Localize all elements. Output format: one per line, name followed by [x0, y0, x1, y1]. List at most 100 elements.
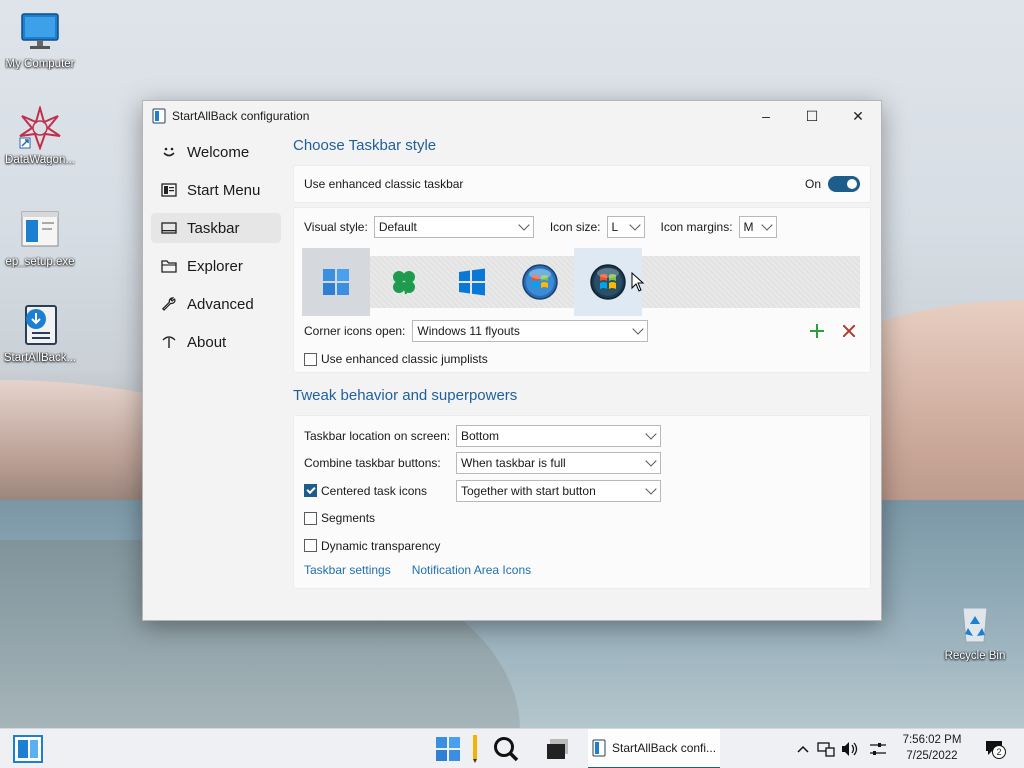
task-view-icon [547, 739, 568, 759]
sidebar-item-advanced[interactable]: Advanced [151, 289, 281, 319]
segments-label: Segments [321, 511, 376, 526]
desktop-icon-ep-setup[interactable]: ep_setup.exe [0, 208, 80, 268]
about-icon [161, 334, 177, 350]
taskbar-app-label: StartAllBack confi... [612, 741, 717, 755]
settings-tray-button[interactable] [868, 739, 888, 759]
taskbar-settings-link[interactable]: Taskbar settings [304, 563, 391, 577]
tweaks-card: Taskbar location on screen: Bottom Combi… [293, 415, 871, 589]
close-x-icon [843, 325, 855, 337]
taskbar-icon [161, 220, 177, 236]
clock-time: 7:56:02 PM [902, 734, 962, 746]
icon-margins-select[interactable]: M [738, 216, 777, 238]
combine-buttons-select[interactable]: When taskbar is full [456, 452, 661, 475]
installer-window-icon [18, 208, 62, 252]
maximize-button[interactable]: ☐ [789, 101, 835, 131]
style-option-windows-7[interactable] [506, 248, 574, 316]
chevron-down-icon [760, 219, 773, 231]
clock-date: 7/25/2022 [906, 750, 958, 762]
centered-icons-select[interactable]: Together with start button [456, 479, 661, 502]
centered-icons-label: Centered task icons [321, 483, 428, 498]
taskbar-location-label: Taskbar location on screen: [304, 428, 451, 443]
icon-margins-value: M [743, 220, 754, 234]
sidebar-item-about[interactable]: About [151, 327, 281, 357]
sidebar-item-start-menu[interactable]: Start Menu [151, 175, 281, 205]
corner-icons-label: Corner icons open: [304, 324, 406, 338]
network-tray-button[interactable] [816, 739, 836, 759]
taskbar-location-select[interactable]: Bottom [456, 424, 661, 447]
chevron-down-icon [645, 455, 657, 467]
taskbar: StartAllBack confi... 7:56:02 PM 7/25/20… [0, 728, 1024, 768]
clock[interactable]: 7:56:02 PM 7/25/2022 [896, 732, 968, 766]
chevron-down-icon [645, 428, 657, 440]
corner-icons-select[interactable]: Windows 11 flyouts [412, 320, 649, 342]
sidebar-item-label: About [187, 333, 227, 351]
sidebar-item-taskbar[interactable]: Taskbar [151, 213, 281, 243]
task-view-button[interactable] [540, 733, 576, 765]
notifications-button[interactable]: 2 [982, 737, 1008, 761]
search-button[interactable] [488, 733, 524, 765]
chevron-down-icon [518, 219, 530, 231]
wrench-icon [161, 296, 177, 312]
datawagon-star-icon [18, 104, 62, 151]
dynamic-transparency-checkbox[interactable] [304, 539, 317, 553]
visual-style-value: Default [378, 220, 417, 234]
minimize-icon: – [762, 108, 770, 124]
title-bar[interactable]: StartAllBack configuration – ☐ ✕ [143, 101, 881, 131]
enhanced-taskbar-toggle[interactable] [828, 176, 860, 192]
add-button[interactable] [806, 320, 828, 342]
startallback-installer-icon [18, 304, 62, 348]
volume-tray-button[interactable] [840, 739, 860, 759]
app-icon [152, 108, 166, 124]
taskbar-location-value: Bottom [461, 428, 500, 443]
minimize-button[interactable]: – [743, 101, 789, 131]
remove-button[interactable] [838, 320, 860, 342]
chevron-down-icon [645, 483, 657, 495]
desktop-icon-recycle-bin[interactable]: Recycle Bin [935, 602, 1015, 662]
pinned-pencil[interactable] [470, 735, 480, 763]
sidebar-item-label: Welcome [187, 143, 250, 161]
sidebar-nav: Welcome Start Menu Taskbar Explorer Adva… [151, 137, 281, 365]
show-hidden-icons-button[interactable] [794, 739, 812, 759]
style-option-windows-10[interactable] [438, 248, 506, 316]
chevron-down-icon [632, 323, 645, 335]
jumplists-label: Use enhanced classic jumplists [321, 352, 488, 366]
taskbar-app-startallback[interactable]: StartAllBack confi... [588, 729, 720, 768]
close-button[interactable]: ✕ [835, 101, 881, 131]
jumplists-checkbox-row[interactable]: Use enhanced classic jumplists [304, 352, 488, 366]
window-title: StartAllBack configuration [172, 109, 310, 123]
sidebar-item-welcome[interactable]: Welcome [151, 137, 281, 167]
visual-style-select[interactable]: Default [373, 216, 534, 238]
segments-checkbox[interactable] [304, 511, 317, 525]
windows-10-logo-icon [459, 268, 485, 296]
style-option-clover[interactable] [370, 248, 438, 316]
centered-icons-checkbox[interactable] [304, 484, 317, 498]
corner-icons-value: Windows 11 flyouts [417, 324, 520, 338]
enhanced-taskbar-label: Use enhanced classic taskbar [304, 177, 464, 191]
sidebar-item-explorer[interactable]: Explorer [151, 251, 281, 281]
choose-taskbar-style-heading: Choose Taskbar style [293, 137, 437, 154]
jumplists-checkbox[interactable] [304, 352, 317, 366]
desktop-icon-datawagon[interactable]: DataWagon... [0, 104, 80, 166]
windows-7-orb-icon [522, 264, 558, 300]
notification-count-badge: 2 [992, 745, 1006, 759]
centered-icons-value: Together with start button [461, 483, 596, 498]
plus-icon [810, 324, 824, 338]
search-icon [494, 737, 519, 762]
tweak-behavior-heading: Tweak behavior and superpowers [293, 387, 518, 404]
pinned-start-button[interactable] [430, 733, 466, 765]
startallback-config-window: StartAllBack configuration – ☐ ✕ Welcome… [142, 100, 882, 621]
notification-area-icons-link[interactable]: Notification Area Icons [412, 563, 531, 577]
taskbar-style-strip [302, 248, 860, 316]
chevron-down-icon [628, 219, 641, 231]
start-button[interactable] [8, 733, 48, 765]
desktop-icon-startallback[interactable]: StartAllBack... [0, 304, 80, 364]
chevron-up-icon [797, 745, 809, 753]
windows-11-taskbar-icon [13, 735, 43, 763]
icon-size-select[interactable]: L [606, 216, 645, 238]
sidebar-item-label: Start Menu [187, 181, 261, 199]
start-menu-icon [161, 182, 177, 198]
icon-size-label: Icon size: [549, 220, 601, 234]
folder-icon [161, 258, 177, 274]
style-option-windows-11[interactable] [302, 248, 370, 316]
desktop-icon-my-computer[interactable]: My Computer [0, 10, 80, 70]
